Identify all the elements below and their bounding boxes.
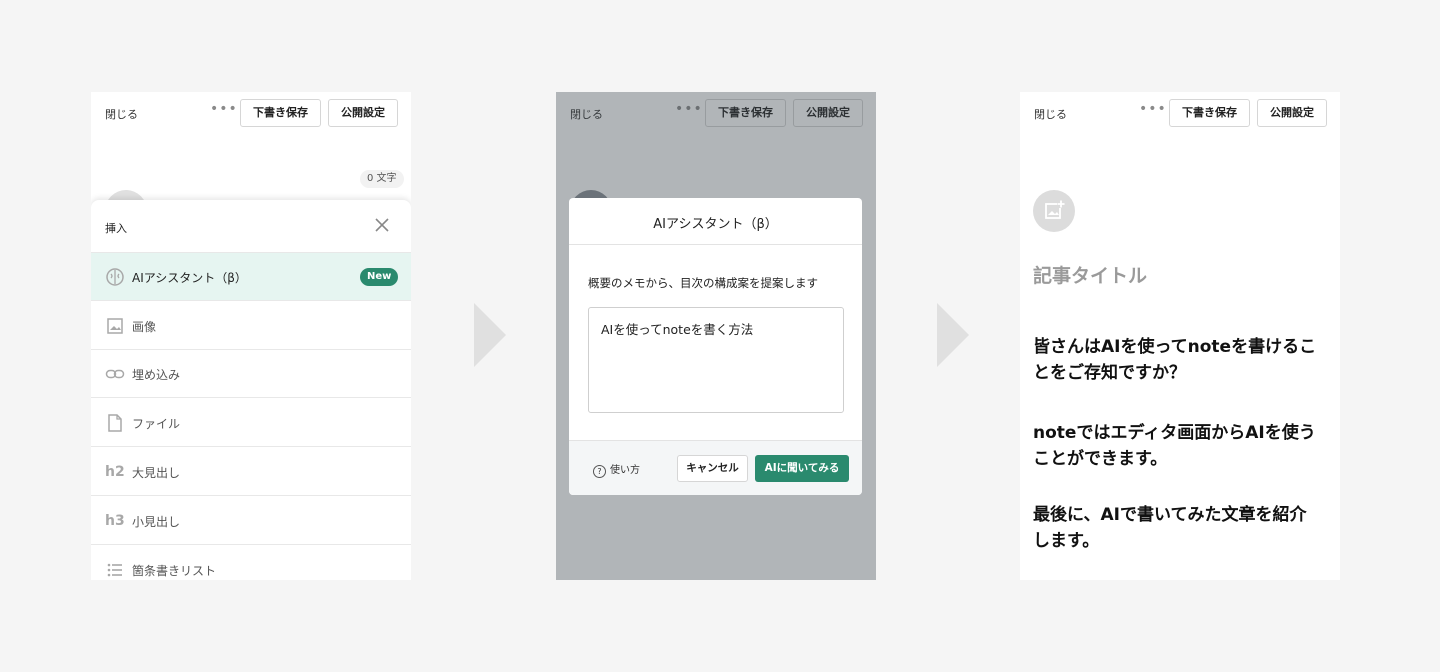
add-image-button[interactable] (1033, 190, 1075, 232)
body-paragraph[interactable]: 皆さんはAIを使ってnoteを書けることをご存知ですか？ (1033, 334, 1323, 386)
memo-textarea[interactable]: AIを使ってnoteを書く方法 (588, 307, 844, 413)
step-arrow-icon (937, 303, 969, 367)
sheet-item-label: AIアシスタント（β） (132, 271, 247, 285)
sheet-item-embed[interactable]: 埋め込み (91, 350, 411, 398)
help-label: 使い方 (610, 465, 640, 476)
brain-icon (106, 268, 124, 286)
sheet-header: 挿入 (91, 200, 411, 253)
body-paragraph[interactable]: noteではエディタ画面からAIを使うことができます。 (1033, 420, 1323, 472)
link-icon (105, 369, 125, 379)
sheet-item-bullet-list[interactable]: 箇条書きリスト (91, 546, 411, 580)
char-count-badge: 0 文字 (360, 170, 404, 188)
publish-settings-button[interactable]: 公開設定 (1257, 99, 1327, 127)
ask-ai-button[interactable]: AIに聞いてみる (755, 455, 849, 482)
help-icon: ? (593, 465, 606, 478)
insert-sheet: 挿入 AIアシスタント（β） New 画像 埋め込み ファイル h2 大見出し … (91, 200, 411, 580)
image-icon (107, 318, 123, 334)
sheet-item-label: 大見出し (132, 466, 181, 480)
sheet-item-label: ファイル (132, 417, 181, 431)
sheet-item-label: 小見出し (132, 515, 181, 529)
sheet-item-label: 画像 (132, 320, 157, 334)
sheet-item-image[interactable]: 画像 (91, 302, 411, 350)
image-add-icon (1045, 200, 1065, 219)
close-link[interactable]: 閉じる (105, 106, 138, 122)
file-icon (108, 414, 122, 432)
save-draft-button[interactable]: 下書き保存 (1169, 99, 1250, 127)
dialog-description: 概要のメモから、目次の構成案を提案します (588, 276, 818, 290)
sheet-item-file[interactable]: ファイル (91, 399, 411, 447)
sheet-title: 挿入 (105, 222, 127, 235)
body-paragraph[interactable]: 最後に、AIで書いてみた文章を紹介します。 (1033, 502, 1323, 554)
h2-icon: h2 (105, 464, 125, 480)
close-icon[interactable] (371, 214, 393, 236)
article-title-placeholder[interactable]: 記事タイトル (1033, 261, 1147, 288)
editor-topbar: 閉じる ••• 下書き保存 公開設定 (91, 92, 411, 134)
step-arrow-icon (474, 303, 506, 367)
ai-assistant-dialog: AIアシスタント（β） 概要のメモから、目次の構成案を提案します AIを使ってn… (569, 198, 862, 495)
dialog-header: AIアシスタント（β） (569, 198, 862, 245)
list-icon (107, 563, 122, 577)
editor-topbar: 閉じる ••• 下書き保存 公開設定 (1020, 92, 1340, 134)
editor-panel-insert: 閉じる ••• 下書き保存 公開設定 0 文字 挿入 AIアシスタント（β） N… (91, 92, 411, 580)
sheet-item-label: 箇条書きリスト (132, 564, 217, 578)
more-options-icon[interactable]: ••• (210, 101, 238, 117)
sheet-item-heading-large[interactable]: h2 大見出し (91, 448, 411, 496)
new-badge: New (360, 268, 399, 286)
more-options-icon[interactable]: ••• (1139, 101, 1167, 117)
dialog-title: AIアシスタント（β） (653, 217, 778, 232)
publish-settings-button[interactable]: 公開設定 (328, 99, 398, 127)
save-draft-button[interactable]: 下書き保存 (240, 99, 321, 127)
editor-panel-result: 閉じる ••• 下書き保存 公開設定 記事タイトル 皆さんはAIを使ってnote… (1020, 92, 1340, 580)
dialog-footer: ? 使い方 キャンセル AIに聞いてみる (569, 440, 862, 495)
cancel-button[interactable]: キャンセル (677, 455, 748, 482)
sheet-item-label: 埋め込み (132, 368, 181, 382)
sheet-item-heading-small[interactable]: h3 小見出し (91, 497, 411, 545)
h3-icon: h3 (105, 513, 125, 529)
close-link[interactable]: 閉じる (1034, 106, 1067, 122)
sheet-item-ai-assistant[interactable]: AIアシスタント（β） New (91, 253, 411, 301)
editor-panel-ai-dialog: 閉じる ••• 下書き保存 公開設定 AIアシスタント（β） 概要のメモから、目… (556, 92, 876, 580)
help-link[interactable]: ? 使い方 (593, 461, 640, 478)
